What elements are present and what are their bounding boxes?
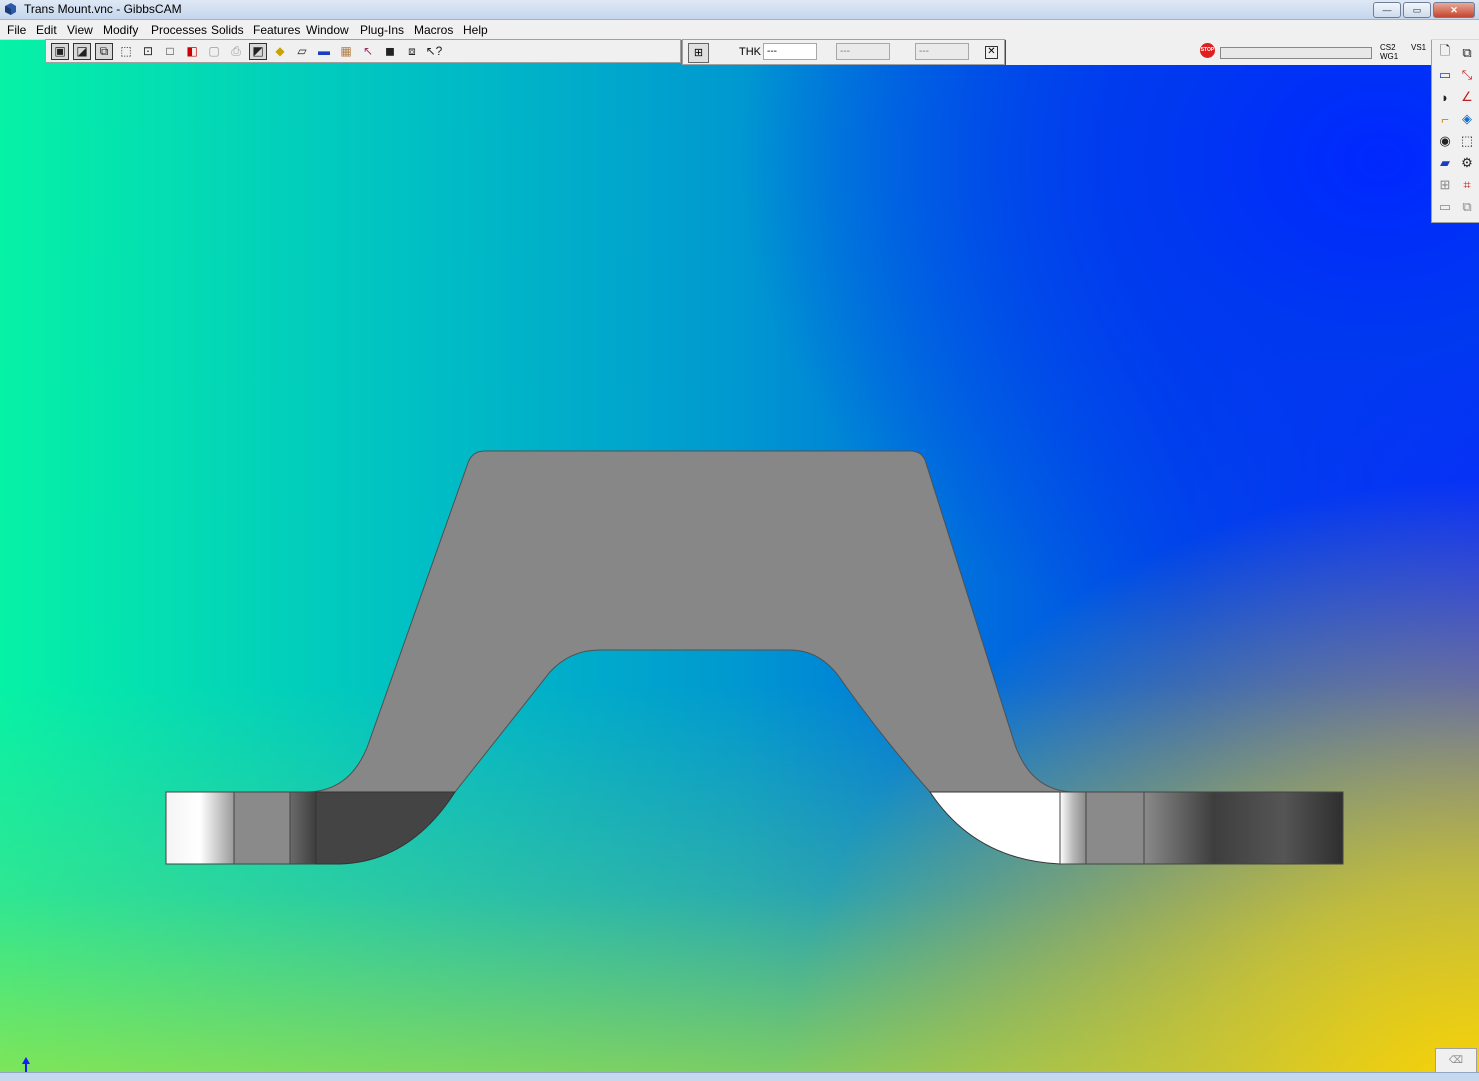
plane-icon[interactable]: ▱: [293, 43, 311, 60]
thk-field[interactable]: ---: [763, 43, 817, 60]
menu-view[interactable]: View: [67, 23, 93, 37]
view-toolbar: ▣ ◪ ⧉ ⬚ ⊡ □ ◧ ▢ ⎙ ◩ ◆ ▱ ▬ ▦ ↖ ◼ ⧈ ↖?: [45, 39, 681, 63]
status-area: STOP CS2 WG1 VS1: [1006, 39, 1431, 65]
select-solid-icon[interactable]: ◩: [249, 42, 267, 60]
axis-arrows-icon[interactable]: ⤡: [1456, 64, 1478, 86]
thk-field-2[interactable]: ---: [836, 43, 890, 60]
grey-box-icon[interactable]: ▢: [205, 43, 223, 60]
menu-solids[interactable]: Solids: [211, 23, 244, 37]
angle-icon[interactable]: ∠: [1456, 86, 1478, 108]
gibbscam-app-icon[interactable]: [4, 3, 17, 15]
menu-window[interactable]: Window: [306, 23, 349, 37]
color-palette-icon[interactable]: ◧: [183, 43, 201, 60]
tile-icon[interactable]: ◼: [381, 43, 399, 60]
gear-view-icon[interactable]: ⚙: [1456, 152, 1478, 174]
curve-icon[interactable]: ◗: [1434, 86, 1456, 108]
window-title: Trans Mount.vnc - GibbsCAM: [24, 2, 182, 16]
title-bar: Trans Mount.vnc - GibbsCAM — ▭ ✕: [0, 0, 1479, 20]
thickness-close-icon[interactable]: ✕: [985, 46, 998, 59]
print-icon[interactable]: ⎙: [227, 43, 245, 60]
close-button[interactable]: ✕: [1433, 2, 1475, 18]
new-doc-icon[interactable]: 🗋: [1434, 42, 1456, 64]
cube-icon[interactable]: ⬚: [1456, 130, 1478, 152]
eye-icon[interactable]: ◉: [1434, 130, 1456, 152]
menu-plug-ins[interactable]: Plug-Ins: [360, 23, 404, 37]
wg-value: WG1: [1380, 52, 1399, 61]
thk-field-3[interactable]: ---: [915, 43, 969, 60]
flat-icon[interactable]: ▭: [1434, 196, 1456, 218]
minimize-button[interactable]: —: [1373, 2, 1401, 18]
stop-button[interactable]: STOP: [1200, 43, 1215, 58]
thk-label: THK: [739, 46, 761, 58]
surface-icon[interactable]: ◈: [1456, 108, 1478, 130]
slab-icon[interactable]: ▰: [1434, 152, 1456, 174]
menu-macros[interactable]: Macros: [414, 23, 453, 37]
rectangle-icon[interactable]: ▭: [1434, 64, 1456, 86]
menu-file[interactable]: File: [7, 23, 26, 37]
copy-doc-icon[interactable]: ⧉: [1456, 42, 1478, 64]
thickness-toolbar: ⊞ THK --- --- --- ✕: [682, 39, 1005, 65]
pipe-icon[interactable]: ⌐: [1434, 108, 1456, 130]
box-solid-icon[interactable]: ⬚: [117, 43, 135, 60]
right-palette: 🗋 ⧉ ▭ ⤡ ◗ ∠ ⌐ ◈ ◉ ⬚ ▰ ⚙ ⊞ ⌗ ▭ ⧉: [1431, 40, 1479, 223]
help-pointer-icon[interactable]: ↖?: [425, 43, 443, 60]
menu-edit[interactable]: Edit: [36, 23, 57, 37]
stack-icon[interactable]: ⧉: [1456, 196, 1478, 218]
part-model[interactable]: [0, 40, 1479, 1080]
thickness-settings-button[interactable]: ⊞: [688, 43, 709, 63]
menu-modify[interactable]: Modify: [103, 23, 138, 37]
cube-yellow-icon[interactable]: ◆: [271, 43, 289, 60]
wireframe-view-icon[interactable]: ▣: [51, 42, 69, 60]
trash-bin-icon[interactable]: ⌫: [1435, 1048, 1477, 1074]
tool-icon[interactable]: ▬: [315, 43, 333, 60]
progress-bar: [1220, 47, 1372, 59]
stock-icon[interactable]: ▦: [337, 43, 355, 60]
menu-help[interactable]: Help: [463, 23, 488, 37]
square-icon[interactable]: □: [161, 43, 179, 60]
view-set-label[interactable]: VS1: [1411, 43, 1426, 52]
menu-processes[interactable]: Processes: [151, 23, 207, 37]
layers-icon[interactable]: ⧈: [403, 43, 421, 60]
menu-features[interactable]: Features: [253, 23, 300, 37]
coordinate-system-label[interactable]: CS2 WG1: [1380, 43, 1398, 61]
grid-select-icon[interactable]: ⊞: [1434, 174, 1456, 196]
point-icon[interactable]: ⊡: [139, 43, 157, 60]
hidden-line-view-icon[interactable]: ◪: [73, 42, 91, 60]
pointer-icon[interactable]: ↖: [359, 43, 377, 60]
cs-value: CS2: [1380, 43, 1396, 52]
shaded-view-icon[interactable]: ⧉: [95, 42, 113, 60]
maximize-button[interactable]: ▭: [1403, 2, 1431, 18]
frame-select-icon[interactable]: ⌗: [1456, 174, 1478, 196]
menu-bar: File Edit View Modify Processes Solids F…: [0, 20, 1479, 40]
viewport-canvas[interactable]: ⌫: [0, 40, 1479, 1080]
